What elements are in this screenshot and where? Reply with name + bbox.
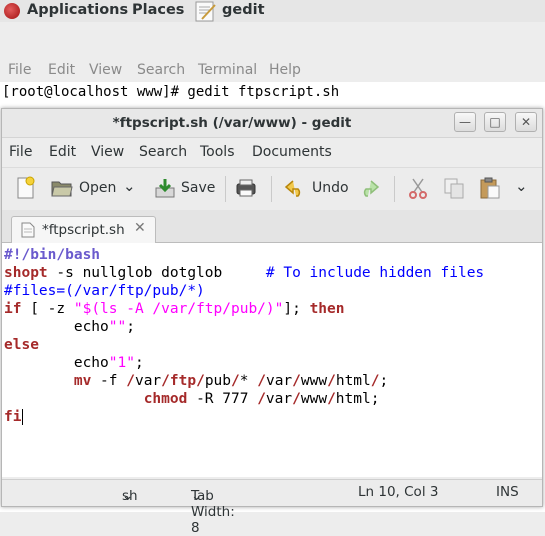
gedit-app-icon[interactable]	[193, 0, 219, 22]
toolbar-separator	[271, 176, 272, 202]
menu-bar: File Edit View Search Tools Documents	[2, 139, 542, 165]
save-icon	[155, 179, 175, 198]
code-text: #files=(/var/ftp/pub/*)	[4, 283, 205, 299]
tab-strip: *ftpscript.sh ✕	[2, 210, 542, 243]
code-text: else	[4, 337, 39, 353]
chevron-down-icon: ⌄	[191, 488, 203, 504]
terminal-menu-help[interactable]: Help	[269, 62, 301, 78]
printer-icon	[236, 179, 256, 197]
menu-tools[interactable]: Tools	[200, 144, 235, 160]
chevron-down-icon[interactable]: ⌄	[123, 177, 136, 195]
close-button[interactable]: ✕	[515, 112, 537, 132]
folder-open-icon	[51, 181, 73, 197]
cut-button[interactable]	[406, 176, 432, 202]
terminal-menu-terminal[interactable]: Terminal	[198, 62, 257, 78]
toolbar-overflow-button[interactable]: ⌄	[512, 176, 532, 202]
text-cursor	[22, 409, 23, 425]
terminal-menu-view[interactable]: View	[89, 62, 122, 78]
open-label: Open	[79, 180, 117, 196]
title-bar[interactable]: *ftpscript.sh (/var/www) - gedit — □ ✕	[2, 109, 542, 138]
undo-label: Undo	[312, 180, 349, 196]
minimize-button[interactable]: —	[454, 112, 476, 132]
tab-label: *ftpscript.sh	[42, 222, 125, 238]
paste-icon	[480, 177, 500, 199]
gedit-window: *ftpscript.sh (/var/www) - gedit — □ ✕ F…	[1, 108, 543, 536]
code-line: echo"";	[4, 319, 135, 335]
paste-button[interactable]	[478, 176, 504, 202]
copy-button[interactable]	[442, 176, 468, 202]
places-menu[interactable]: Places	[132, 2, 184, 18]
undo-button[interactable]: Undo	[283, 176, 353, 202]
code-text: #!/bin/bash	[4, 247, 101, 263]
menu-search[interactable]: Search	[139, 144, 187, 160]
code-line: else	[4, 336, 39, 354]
redo-icon	[363, 180, 380, 197]
terminal-menu-edit[interactable]: Edit	[48, 62, 75, 78]
tab-close-icon[interactable]: ✕	[134, 220, 146, 236]
document-icon	[21, 222, 35, 238]
code-line: fi	[4, 408, 21, 426]
copy-icon	[444, 178, 464, 199]
redo-button[interactable]	[357, 176, 383, 202]
undo-icon	[284, 180, 301, 197]
chevron-down-icon: ⌄	[515, 177, 528, 195]
terminal-menu-search[interactable]: Search	[137, 62, 185, 78]
save-button[interactable]: Save	[153, 176, 215, 202]
code-line: if [ -z "$(ls -A /var/ftp/pub/)"]; then	[4, 301, 345, 317]
status-bar: sh ⌄ Tab Width: 8 ⌄ Ln 10, Col 3 INS	[2, 479, 542, 536]
active-app-name[interactable]: gedit	[222, 2, 265, 18]
applications-icon[interactable]	[4, 3, 20, 19]
save-label: Save	[181, 180, 216, 196]
print-button[interactable]	[234, 176, 260, 202]
new-document-icon	[17, 176, 35, 199]
editor-text-area[interactable]: #!/bin/bash shopt -s nullglob dotglob # …	[2, 243, 542, 477]
top-bar: Applications Places gedit	[0, 0, 545, 23]
menu-file[interactable]: File	[9, 144, 32, 160]
applications-menu[interactable]: Applications	[27, 2, 128, 18]
menu-edit[interactable]: Edit	[49, 144, 76, 160]
terminal-prompt-line: [root@localhost www]# gedit ftpscript.sh	[2, 84, 340, 100]
terminal-menu-file[interactable]: File	[8, 62, 31, 78]
menu-documents[interactable]: Documents	[252, 144, 332, 160]
open-button[interactable]: Open ⌄	[50, 176, 140, 202]
maximize-button[interactable]: □	[484, 112, 506, 132]
toolbar-separator	[394, 176, 395, 202]
code-line: mv -f /var/ftp/pub/* /var/www/html/;	[73, 373, 389, 389]
new-document-button[interactable]	[13, 176, 39, 202]
insert-mode: INS	[496, 484, 519, 500]
scissors-icon	[409, 178, 427, 199]
chevron-down-icon: ⌄	[122, 488, 134, 504]
code-line: #files=(/var/ftp/pub/*)	[4, 282, 205, 300]
window-title: *ftpscript.sh (/var/www) - gedit	[112, 115, 352, 131]
code-text: fi	[4, 409, 22, 425]
code-line: echo"1";	[4, 355, 144, 371]
cursor-position: Ln 10, Col 3	[358, 484, 439, 500]
tab-ftpscript[interactable]: *ftpscript.sh ✕	[11, 216, 156, 243]
toolbar: Open ⌄ Save Undo ⌄	[2, 167, 542, 211]
code-line: chmod -R 777 /var/www/html;	[143, 391, 380, 407]
code-line: shopt -s nullglob dotglob # To include h…	[4, 265, 485, 281]
terminal-menubar: File Edit View Search Terminal Help	[0, 60, 545, 82]
code-line: #!/bin/bash	[4, 246, 100, 264]
toolbar-separator	[225, 176, 226, 202]
menu-view[interactable]: View	[91, 144, 124, 160]
